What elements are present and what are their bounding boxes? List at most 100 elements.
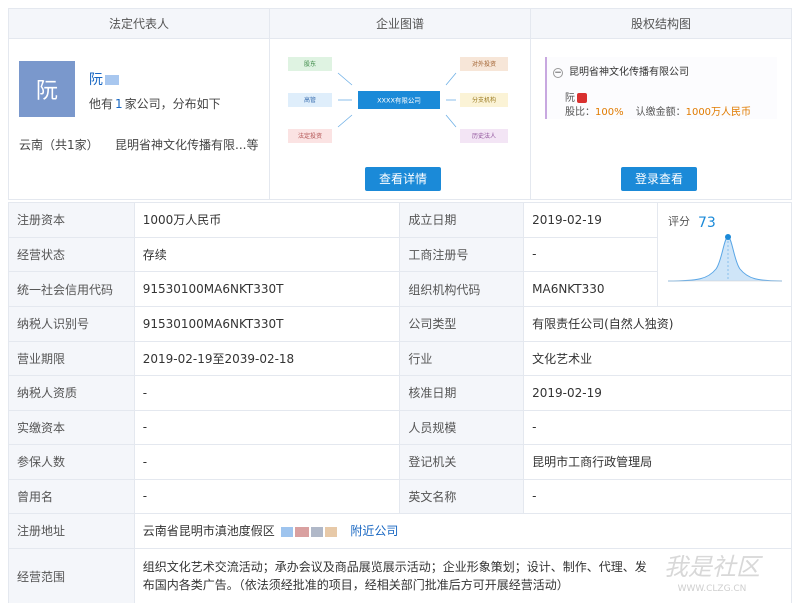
table-row: 营业期限 2019-02-19至2039-02-18 行业 文化艺术业	[8, 340, 792, 376]
row-key: 英文名称	[399, 478, 525, 514]
row-value: MA6NKT330	[523, 271, 658, 307]
row-key: 纳税人识别号	[8, 306, 135, 342]
row-value: 2019-02-19	[523, 202, 658, 238]
name-mask	[105, 75, 119, 85]
node-legal-person-label: 历史法人	[472, 132, 496, 140]
avatar[interactable]: 阮	[19, 61, 75, 117]
equity-detail-row: 股比：100% 认缴金额：1000万人民币	[565, 103, 763, 118]
address-mask	[310, 526, 323, 537]
watermark: 我是社区 WWW.CLZG.CN	[664, 553, 763, 594]
table-row: 注册资本 1000万人民币 成立日期 2019-02-19 评分 73	[8, 202, 793, 307]
top-panels: 法定代表人 阮 阮 他有 1 家公司，分布如下 云南（共1家） 昆明省神文化传播有限…	[8, 8, 792, 200]
nearby-companies-link[interactable]: 附近公司	[350, 524, 398, 538]
row-value: 文化艺术业	[523, 340, 792, 376]
row-key: 核准日期	[399, 375, 525, 411]
address-value: 云南省昆明市滇池度假区 附近公司	[133, 513, 793, 549]
address-mask	[324, 526, 337, 537]
region-company[interactable]: 昆明省神文化传播有限...等	[115, 136, 258, 153]
legal-rep-desc: 他有 1 家公司，分布如下	[89, 95, 221, 112]
enterprise-graph-diagram[interactable]: 股东 高管 法定投资 XXXX有限公司 对外投资 分支机构 历史法人	[288, 53, 518, 149]
address-key: 注册地址	[8, 513, 135, 549]
legal-rep-name-text[interactable]: 阮	[89, 72, 103, 88]
table-row: 注册地址 云南省昆明市滇池度假区 附近公司	[8, 513, 793, 549]
ratio-label: 股比：	[565, 107, 595, 118]
row-key: 经营状态	[8, 236, 135, 273]
holder-mask-icon	[577, 93, 587, 103]
ratio-value: 100%	[595, 107, 624, 118]
login-view-button[interactable]: 登录查看	[621, 167, 698, 191]
table-row: 实缴资本 - 人员规模 -	[8, 409, 792, 445]
legal-rep-panel: 法定代表人 阮 阮 他有 1 家公司，分布如下 云南（共1家） 昆明省神文化传播有限…	[9, 9, 270, 199]
legal-rep-name[interactable]: 阮	[89, 69, 119, 89]
view-details-button[interactable]: 查看详情	[365, 167, 442, 191]
row-value: -	[523, 236, 658, 273]
row-key: 行业	[399, 340, 525, 376]
equity-company: 昆明省神文化传播有限公司	[569, 67, 689, 78]
row-value: 有限责任公司(自然人独资)	[523, 306, 792, 342]
node-outbound-label: 对外投资	[472, 60, 496, 68]
row-value: 91530100MA6NKT330T	[133, 271, 401, 307]
row-value: -	[133, 444, 401, 480]
row-key: 登记机关	[399, 444, 525, 480]
row-key: 曾用名	[8, 478, 135, 514]
row-value: -	[523, 478, 792, 514]
row-key: 参保人数	[8, 444, 135, 480]
table-row: 参保人数 - 登记机关 昆明市工商行政管理局	[8, 444, 792, 480]
row-value: 昆明市工商行政管理局	[523, 444, 792, 480]
collapse-icon[interactable]: −	[553, 68, 563, 78]
subscribed-value: 1000万人民币	[685, 107, 752, 118]
desc-prefix: 他有	[89, 97, 114, 111]
row-key: 营业期限	[8, 340, 135, 376]
node-legal-outbound-label: 法定投资	[298, 132, 322, 140]
equity-company-row: − 昆明省神文化传播有限公司	[553, 63, 689, 78]
node-executive-label: 高管	[304, 96, 316, 104]
table-row: 纳税人识别号 91530100MA6NKT330T 公司类型 有限责任公司(自然…	[8, 306, 792, 342]
row-value: -	[133, 375, 401, 411]
table-row: 纳税人资质 - 核准日期 2019-02-19	[8, 375, 792, 411]
node-center-label: XXXX有限公司	[377, 96, 421, 105]
row-key: 人员规模	[399, 409, 525, 445]
graph-header: 企业图谱	[270, 9, 530, 39]
score-cell[interactable]: 评分 73	[656, 202, 793, 307]
row-key: 工商注册号	[399, 236, 525, 273]
row-value: 1000万人民币	[133, 202, 401, 238]
row-key: 统一社会信用代码	[8, 271, 135, 307]
desc-suffix: 家公司，分布如下	[124, 97, 221, 111]
score-marker	[724, 234, 731, 240]
company-count[interactable]: 1	[113, 97, 125, 111]
row-value: 存续	[133, 236, 401, 273]
row-key: 纳税人资质	[8, 375, 135, 411]
node-branch-label: 分支机构	[472, 96, 496, 104]
score-chart[interactable]: 评分 73	[658, 203, 788, 303]
equity-header: 股权结构图	[531, 9, 791, 39]
row-value: 2019-02-19至2039-02-18	[133, 340, 401, 376]
equity-panel: 股权结构图 − 昆明省神文化传播有限公司 阮 股比：100% 认缴金额：1000万人…	[531, 9, 791, 199]
address-mask	[280, 526, 293, 537]
table-row: 曾用名 - 英文名称 -	[8, 478, 792, 514]
scope-key: 经营范围	[8, 547, 135, 603]
graph-panel: 企业图谱 股东 高管 法定投资 XXXX有限公司 对外投资 分支机构 历史法人	[270, 9, 531, 199]
equity-holder-row: 阮	[565, 89, 587, 104]
address-mask	[294, 526, 309, 537]
legal-rep-header: 法定代表人	[9, 9, 269, 39]
address-text: 云南省昆明市滇池度假区	[142, 524, 275, 539]
region-label: 云南（共1家）	[19, 138, 99, 152]
equity-preview[interactable]: − 昆明省神文化传播有限公司 阮 股比：100% 认缴金额：1000万人民币	[545, 57, 777, 119]
node-shareholder-label: 股东	[304, 60, 316, 68]
company-info-table: 注册资本 1000万人民币 成立日期 2019-02-19 评分 73 经营状态…	[8, 202, 793, 603]
row-key: 成立日期	[399, 202, 525, 238]
row-key: 实缴资本	[8, 409, 135, 445]
row-value: -	[133, 409, 401, 445]
row-key: 组织机构代码	[399, 271, 525, 307]
row-value: 91530100MA6NKT330T	[133, 306, 401, 342]
row-key: 注册资本	[8, 202, 135, 238]
score-value: 73	[698, 215, 716, 231]
row-key: 公司类型	[399, 306, 525, 342]
score-label: 评分	[668, 215, 690, 228]
row-value: -	[133, 478, 401, 514]
subscribed-label: 认缴金额：	[635, 107, 686, 118]
row-value: -	[523, 409, 792, 445]
watermark-url: WWW.CLZG.CN	[678, 584, 747, 594]
watermark-text: 我是社区	[664, 553, 763, 581]
row-value: 2019-02-19	[523, 375, 792, 411]
